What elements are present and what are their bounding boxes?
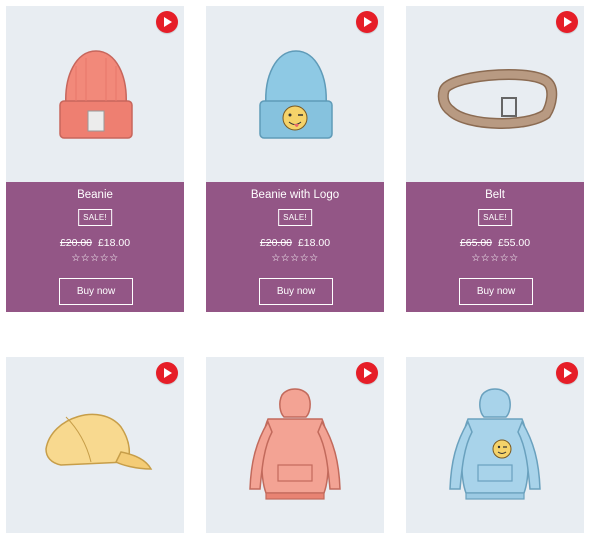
product-card-hoodie[interactable] xyxy=(206,357,384,533)
sale-price: £18.00 xyxy=(297,237,331,249)
rating-stars: ☆☆☆☆☆ xyxy=(71,253,119,264)
product-card-hoodie-with-logo[interactable] xyxy=(406,357,584,533)
beanie-image xyxy=(59,50,133,139)
product-image-beanie-with-logo[interactable] xyxy=(206,6,384,182)
product-card-cap[interactable] xyxy=(6,357,184,533)
sale-badge: SALE! xyxy=(78,209,112,226)
sale-price: £18.00 xyxy=(97,237,131,249)
beanie-with-logo-image xyxy=(259,50,333,139)
play-video-button[interactable] xyxy=(356,362,378,384)
old-price: £20.00 xyxy=(59,237,93,249)
belt-image xyxy=(437,68,558,129)
product-image-beanie[interactable] xyxy=(6,6,184,182)
cap-image xyxy=(45,413,153,470)
buy-now-button[interactable]: Buy now xyxy=(259,278,333,305)
rating-stars: ☆☆☆☆☆ xyxy=(471,253,519,264)
product-image-belt[interactable] xyxy=(406,6,584,182)
buy-now-button[interactable]: Buy now xyxy=(59,278,133,305)
product-title[interactable]: Beanie with Logo xyxy=(206,189,384,201)
play-video-button[interactable] xyxy=(156,11,178,33)
sale-badge: SALE! xyxy=(278,209,312,226)
product-card-beanie-with-logo[interactable]: Beanie with Logo SALE! £20.00 £18.00 ☆☆☆… xyxy=(206,6,384,312)
old-price: £20.00 xyxy=(259,237,293,249)
product-info: Beanie SALE! £20.00 £18.00 ☆☆☆☆☆ Buy now xyxy=(6,182,184,312)
product-image-cap[interactable] xyxy=(6,357,184,533)
rating-stars: ☆☆☆☆☆ xyxy=(271,253,319,264)
play-video-button[interactable] xyxy=(156,362,178,384)
old-price: £65.00 xyxy=(459,237,493,249)
play-video-button[interactable] xyxy=(556,11,578,33)
hoodie-image xyxy=(249,388,341,500)
product-info: Beanie with Logo SALE! £20.00 £18.00 ☆☆☆… xyxy=(206,182,384,312)
sale-badge: SALE! xyxy=(478,209,512,226)
product-info: Belt SALE! £65.00 £55.00 ☆☆☆☆☆ Buy now xyxy=(406,182,584,312)
price: £65.00 £55.00 xyxy=(406,237,584,249)
price: £20.00 £18.00 xyxy=(6,237,184,249)
product-image-hoodie[interactable] xyxy=(206,357,384,533)
play-video-button[interactable] xyxy=(556,362,578,384)
sale-price: £55.00 xyxy=(497,237,531,249)
hoodie-with-logo-image xyxy=(449,388,541,500)
buy-now-button[interactable]: Buy now xyxy=(459,278,533,305)
product-card-beanie[interactable]: Beanie SALE! £20.00 £18.00 ☆☆☆☆☆ Buy now xyxy=(6,6,184,312)
play-video-button[interactable] xyxy=(356,11,378,33)
product-title[interactable]: Belt xyxy=(406,189,584,201)
product-image-hoodie-with-logo[interactable] xyxy=(406,357,584,533)
product-card-belt[interactable]: Belt SALE! £65.00 £55.00 ☆☆☆☆☆ Buy now xyxy=(406,6,584,312)
price: £20.00 £18.00 xyxy=(206,237,384,249)
product-title[interactable]: Beanie xyxy=(6,189,184,201)
